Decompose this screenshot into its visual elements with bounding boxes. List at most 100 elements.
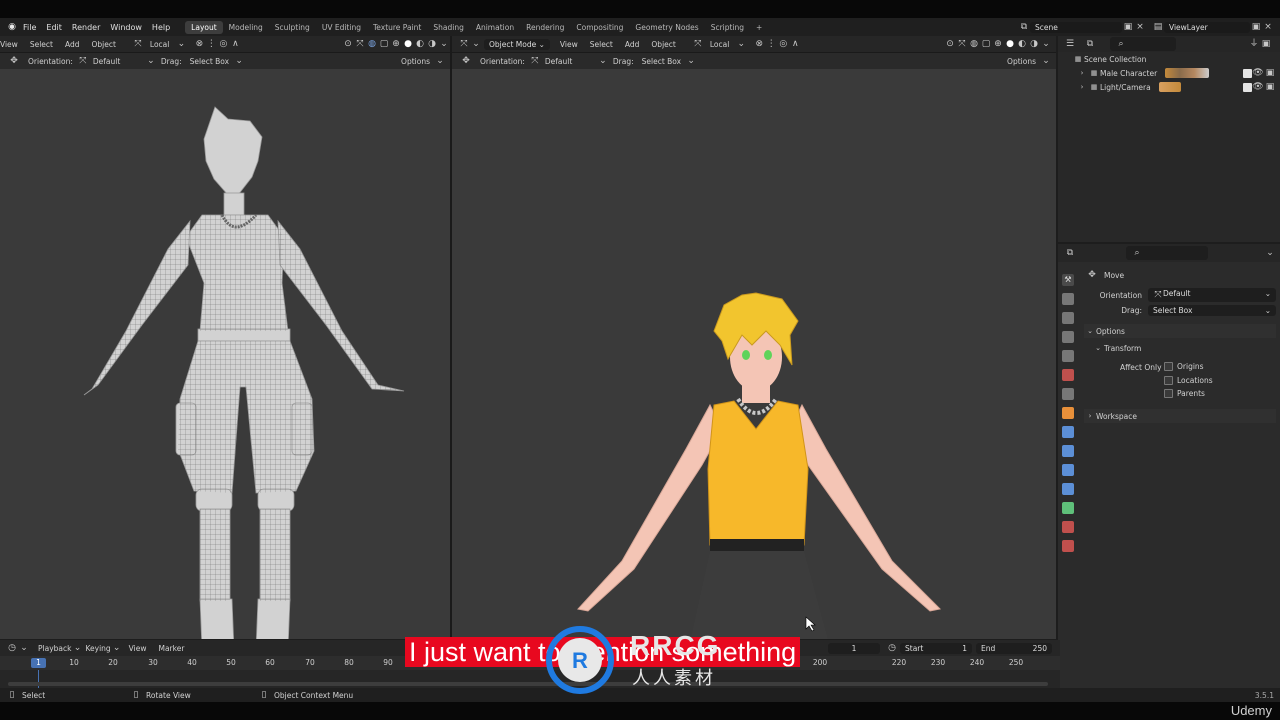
rendered-shading-icon[interactable]: ◑	[426, 38, 438, 50]
scene-icon[interactable]	[1062, 350, 1074, 362]
right-transform-dropdown[interactable]: Local	[704, 40, 735, 49]
wireframe-shading-icon[interactable]: ⊕	[390, 38, 402, 50]
tab-rendering[interactable]: Rendering	[520, 21, 570, 34]
left-add-menu[interactable]: Add	[59, 40, 86, 49]
tab-sculpting[interactable]: Sculpting	[269, 21, 316, 34]
left-viewport-canvas[interactable]	[0, 69, 450, 639]
chevron-right-icon[interactable]: ›	[1076, 67, 1088, 79]
gizmo-icon[interactable]: ⤧	[956, 38, 968, 50]
falloff-icon[interactable]: ∧	[789, 38, 801, 50]
xray-icon[interactable]: ▢	[980, 38, 992, 50]
right-object-menu[interactable]: Object	[645, 40, 681, 49]
collection-icon[interactable]	[1062, 388, 1074, 400]
outliner-item-male-character[interactable]: › ▦ Male Character 👁 ▣	[1058, 66, 1280, 80]
overlay-icon[interactable]: ◍	[366, 38, 378, 50]
timeline-scrollbar[interactable]	[8, 682, 1048, 686]
tab-uv-editing[interactable]: UV Editing	[316, 21, 367, 34]
right-drag-dropdown[interactable]: Select Box	[638, 57, 685, 66]
close-icon[interactable]: ×	[1134, 21, 1146, 33]
left-view-menu[interactable]: View	[0, 40, 24, 49]
filter-icon[interactable]: ⏚	[1248, 38, 1260, 50]
tab-modeling[interactable]: Modeling	[223, 21, 269, 34]
wireframe-shading-icon[interactable]: ⊕	[992, 38, 1004, 50]
chevron-down-icon[interactable]: ⌄	[1264, 247, 1276, 259]
proportional-edit-icon[interactable]: ◎	[777, 38, 789, 50]
editor-type-icon[interactable]: ⤧	[458, 38, 470, 50]
timeline-view-menu[interactable]: View	[129, 644, 147, 653]
left-drag-dropdown[interactable]: Select Box	[186, 57, 233, 66]
right-options-button[interactable]: Options	[1003, 57, 1040, 66]
display-mode-icon[interactable]: ⧉	[1084, 38, 1096, 50]
menu-render[interactable]: Render	[67, 23, 105, 32]
exclude-checkbox[interactable]	[1243, 82, 1252, 92]
end-frame-field[interactable]: End 250	[976, 642, 1052, 654]
editor-type-icon[interactable]: ⧉	[1064, 247, 1076, 259]
menu-edit[interactable]: Edit	[41, 23, 67, 32]
right-viewport-canvas[interactable]	[452, 69, 1056, 639]
properties-search-input[interactable]: ⌕	[1126, 246, 1208, 260]
new-collection-icon[interactable]: ▣	[1260, 38, 1272, 50]
timeline-keying-menu[interactable]: Keying	[85, 644, 110, 653]
proportional-edit-icon[interactable]: ◎	[217, 38, 229, 50]
affect-parents-checkbox[interactable]: Parents	[1164, 389, 1205, 398]
editor-type-icon[interactable]: ☰	[1064, 38, 1076, 50]
outliner-search-input[interactable]: ⌕	[1110, 37, 1176, 51]
tab-compositing[interactable]: Compositing	[570, 21, 629, 34]
chevron-right-icon[interactable]: ›	[1076, 81, 1088, 93]
checkbox-icon[interactable]	[1164, 389, 1173, 398]
scene-selector[interactable]: Scene	[1030, 21, 1122, 33]
exclude-checkbox[interactable]	[1243, 68, 1252, 78]
timeline-editor-icon[interactable]: ◷	[6, 642, 18, 654]
add-workspace-button[interactable]: +	[750, 21, 768, 34]
tab-animation[interactable]: Animation	[470, 21, 520, 34]
render-icon[interactable]	[1062, 293, 1074, 305]
material-icon[interactable]	[1062, 521, 1074, 533]
menu-file[interactable]: File	[18, 23, 41, 32]
camera-icon[interactable]: ▣	[1264, 81, 1276, 93]
orientation-dropdown[interactable]: ⤧ Default ⌄	[1148, 288, 1276, 302]
world-icon[interactable]	[1062, 369, 1074, 381]
gizmo-icon[interactable]: ⤧	[354, 38, 366, 50]
wrench-icon[interactable]	[1062, 426, 1074, 438]
snap-icon[interactable]: ⋮	[765, 38, 777, 50]
tab-geometry-nodes[interactable]: Geometry Nodes	[629, 21, 704, 34]
drag-dropdown[interactable]: Select Box ⌄	[1148, 304, 1276, 316]
left-options-button[interactable]: Options	[397, 57, 434, 66]
visibility-icon[interactable]: ⊙	[342, 38, 354, 50]
solid-shading-icon[interactable]: ●	[1004, 38, 1016, 50]
chevron-down-icon[interactable]: ⌄	[1040, 38, 1052, 50]
tab-texture-paint[interactable]: Texture Paint	[367, 21, 427, 34]
right-select-menu[interactable]: Select	[584, 40, 619, 49]
menu-window[interactable]: Window	[105, 23, 147, 32]
view-layer-icon[interactable]	[1062, 331, 1074, 343]
checkbox-icon[interactable]	[1164, 362, 1173, 371]
left-transform-dropdown[interactable]: Local	[144, 40, 175, 49]
eye-icon[interactable]: 👁	[1252, 81, 1264, 93]
object-icon[interactable]	[1062, 407, 1074, 419]
menu-help[interactable]: Help	[147, 23, 175, 32]
options-panel-header[interactable]: ⌄ Options	[1084, 324, 1276, 338]
new-scene-icon[interactable]: ▣	[1122, 21, 1134, 33]
right-view-menu[interactable]: View	[554, 40, 584, 49]
tool-icon[interactable]: ⚒	[1062, 274, 1074, 286]
start-frame-field[interactable]: Start 1	[900, 642, 972, 654]
left-select-menu[interactable]: Select	[24, 40, 59, 49]
mode-dropdown[interactable]: Object Mode ⌄	[484, 38, 550, 50]
left-object-menu[interactable]: Object	[85, 40, 121, 49]
affect-origins-checkbox[interactable]: Origins	[1164, 362, 1204, 371]
texture-icon[interactable]	[1062, 540, 1074, 552]
close-icon[interactable]: ×	[1262, 21, 1274, 33]
overlay-icon[interactable]: ◍	[968, 38, 980, 50]
left-orientation-dropdown[interactable]: Default	[89, 57, 145, 66]
falloff-icon[interactable]: ∧	[229, 38, 241, 50]
particles-icon[interactable]	[1062, 445, 1074, 457]
eye-icon[interactable]: 👁	[1252, 67, 1264, 79]
outliner-root[interactable]: ▦ Scene Collection	[1058, 52, 1280, 66]
new-view-layer-icon[interactable]: ▣	[1250, 21, 1262, 33]
timeline-marker-menu[interactable]: Marker	[158, 644, 184, 653]
rendered-shading-icon[interactable]: ◑	[1028, 38, 1040, 50]
constraints-icon[interactable]	[1062, 483, 1074, 495]
timeline-body[interactable]	[0, 670, 1060, 688]
pivot-icon[interactable]: ⊗	[193, 38, 205, 50]
visibility-icon[interactable]: ⊙	[944, 38, 956, 50]
